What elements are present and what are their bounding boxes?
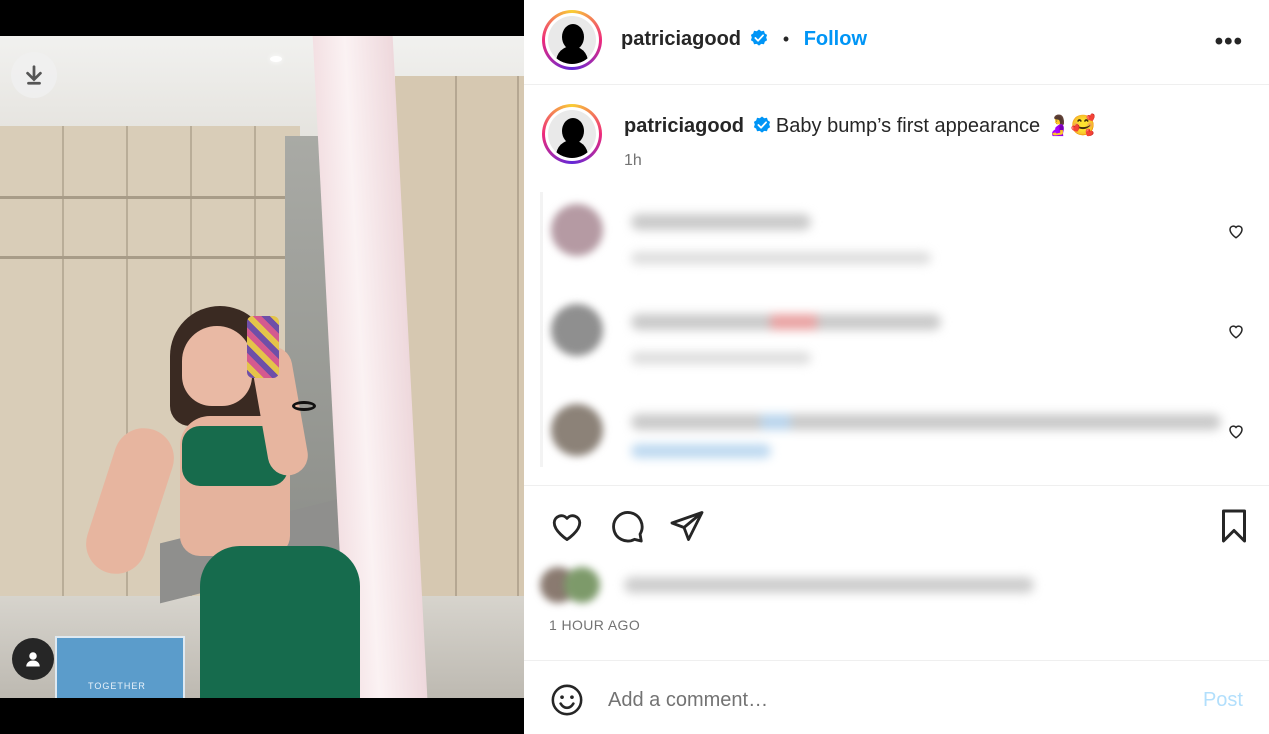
comment-item (543, 392, 1253, 482)
author-avatar[interactable] (542, 10, 602, 70)
download-button[interactable] (11, 52, 57, 98)
commenter-avatar[interactable] (551, 404, 603, 456)
like-button[interactable] (549, 508, 585, 544)
verified-icon (754, 116, 771, 133)
sign-text: TOGETHER (88, 681, 146, 691)
commenter-avatar[interactable] (551, 204, 603, 256)
post-photo[interactable]: TOGETHER (0, 36, 524, 698)
caption-text: Baby bump’s first appearance 🤰🥰 (775, 115, 1096, 137)
person-figure (78, 266, 380, 698)
comment-input[interactable] (608, 685, 1168, 715)
caption-avatar[interactable] (542, 104, 602, 164)
comment-form: Post (524, 660, 1269, 734)
separator-dot: • (782, 29, 790, 49)
post-timestamp: 1 HOUR AGO (549, 617, 641, 633)
follow-button[interactable]: Follow (804, 28, 867, 50)
caption-username[interactable]: patriciagood (624, 115, 744, 137)
post-media-pane: TOGETHER (0, 0, 524, 734)
post-comment-button[interactable]: Post (1203, 689, 1243, 712)
user-tag-icon (26, 652, 40, 667)
comment-item (543, 192, 1253, 282)
author-username[interactable]: patriciagood (621, 28, 741, 50)
emoji-icon[interactable] (550, 683, 584, 717)
bookmark-button[interactable] (1216, 508, 1252, 544)
action-bar (524, 500, 1269, 550)
more-icon: ••• (1214, 28, 1243, 55)
comment-button[interactable] (609, 508, 645, 544)
heart-icon[interactable] (1227, 422, 1245, 440)
phone (247, 316, 279, 378)
share-button[interactable] (669, 508, 705, 544)
heart-icon[interactable] (1227, 322, 1245, 340)
verified-icon (751, 29, 768, 46)
heart-icon[interactable] (1227, 222, 1245, 240)
download-icon (26, 65, 42, 85)
comment-item (543, 292, 1253, 382)
author-row: patriciagood • Follow (621, 28, 867, 51)
comments-list (540, 192, 1250, 467)
tagged-users-button[interactable] (12, 638, 54, 680)
post-details-pane: patriciagood • Follow ••• patriciagood B… (524, 0, 1269, 734)
commenter-avatar[interactable] (551, 304, 603, 356)
likes-summary[interactable] (540, 565, 1040, 605)
post-header: patriciagood • Follow ••• (524, 0, 1269, 85)
caption-time: 1h (624, 152, 642, 169)
more-options-button[interactable]: ••• (1215, 28, 1243, 56)
